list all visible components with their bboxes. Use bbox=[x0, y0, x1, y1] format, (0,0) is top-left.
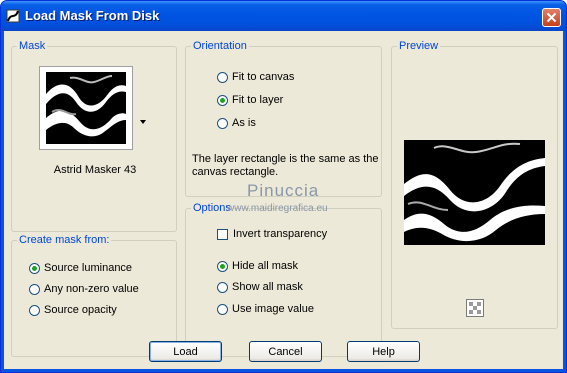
radio-dot bbox=[29, 283, 40, 295]
dialog-window: Load Mask From Disk Mask Astrid Masker 4… bbox=[0, 0, 567, 373]
source-opacity-label: Source opacity bbox=[44, 304, 117, 316]
as-is-radio[interactable]: As is bbox=[217, 117, 256, 129]
preview-legend: Preview bbox=[397, 39, 441, 53]
fit-to-canvas-radio[interactable]: Fit to canvas bbox=[217, 71, 294, 83]
radio-dot bbox=[29, 262, 40, 274]
fit-to-layer-radio[interactable]: Fit to layer bbox=[217, 94, 283, 106]
cancel-button[interactable]: Cancel bbox=[249, 341, 322, 362]
orientation-group: Orientation Fit to canvas Fit to layer A… bbox=[185, 39, 382, 197]
source-luminance-radio[interactable]: Source luminance bbox=[29, 262, 132, 274]
orientation-legend: Orientation bbox=[191, 39, 249, 53]
radio-dot bbox=[217, 281, 228, 293]
radio-dot bbox=[217, 94, 228, 106]
invert-transparency-label: Invert transparency bbox=[233, 228, 328, 240]
dialog-body: Mask Astrid Masker 43 Create mask from: bbox=[4, 31, 563, 369]
radio-dot bbox=[217, 117, 228, 129]
window-title: Load Mask From Disk bbox=[25, 8, 160, 23]
mask-name: Astrid Masker 43 bbox=[53, 164, 137, 176]
mask-thumbnail-image bbox=[46, 72, 126, 144]
options-group: Options Invert transparency Hide all mas… bbox=[185, 201, 382, 357]
mask-group: Mask Astrid Masker 43 bbox=[11, 39, 177, 232]
hide-all-mask-radio[interactable]: Hide all mask bbox=[217, 260, 298, 272]
radio-dot bbox=[217, 260, 228, 272]
close-icon bbox=[546, 12, 557, 23]
show-all-mask-radio[interactable]: Show all mask bbox=[217, 281, 303, 293]
checkbox-box bbox=[217, 228, 228, 240]
use-image-value-label: Use image value bbox=[232, 303, 314, 315]
source-opacity-radio[interactable]: Source opacity bbox=[29, 304, 117, 316]
any-non-zero-radio[interactable]: Any non-zero value bbox=[29, 283, 139, 295]
radio-dot bbox=[217, 71, 228, 83]
mask-thumbnail[interactable] bbox=[39, 66, 133, 150]
title-bar[interactable]: Load Mask From Disk bbox=[1, 1, 566, 31]
use-image-value-radio[interactable]: Use image value bbox=[217, 303, 314, 315]
create-mask-from-group: Create mask from: Source luminance Any n… bbox=[11, 233, 177, 357]
close-button[interactable] bbox=[542, 8, 561, 27]
help-button[interactable]: Help bbox=[347, 341, 420, 362]
show-all-mask-label: Show all mask bbox=[232, 281, 303, 293]
radio-dot bbox=[29, 304, 40, 316]
create-mask-from-legend: Create mask from: bbox=[17, 233, 112, 247]
any-non-zero-label: Any non-zero value bbox=[44, 283, 139, 295]
invert-transparency-checkbox[interactable]: Invert transparency bbox=[217, 228, 327, 240]
preview-checker-icon[interactable] bbox=[466, 299, 484, 317]
mask-legend: Mask bbox=[17, 39, 48, 53]
watermark-url: www.maidiregrafica.eu bbox=[227, 203, 328, 214]
checkerboard-icon bbox=[469, 302, 481, 314]
watermark-name: Pinuccia bbox=[247, 181, 320, 200]
source-luminance-label: Source luminance bbox=[44, 262, 133, 274]
app-icon bbox=[6, 9, 20, 23]
fit-to-canvas-label: Fit to canvas bbox=[232, 71, 295, 83]
as-is-label: As is bbox=[232, 117, 256, 129]
orientation-note: The layer rectangle is the same as the c… bbox=[192, 153, 379, 178]
preview-image bbox=[404, 140, 545, 245]
fit-to-layer-label: Fit to layer bbox=[232, 94, 284, 106]
preview-group: Preview bbox=[391, 39, 558, 329]
load-button[interactable]: Load bbox=[149, 341, 222, 362]
mask-dropdown-arrow-icon[interactable] bbox=[140, 120, 146, 124]
hide-all-mask-label: Hide all mask bbox=[232, 260, 299, 272]
radio-dot bbox=[217, 303, 228, 315]
